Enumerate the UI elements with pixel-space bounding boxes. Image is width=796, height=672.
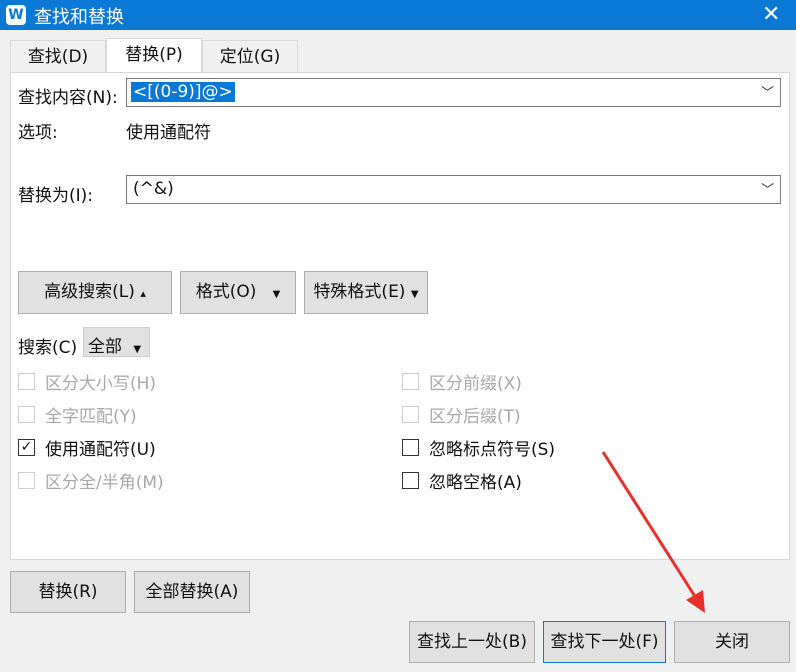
annotation-arrow bbox=[601, 451, 705, 613]
